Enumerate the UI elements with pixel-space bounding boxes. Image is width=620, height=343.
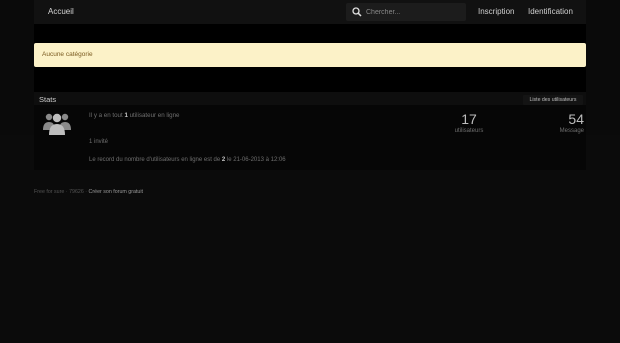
notice-text: Aucune catégorie <box>42 51 93 58</box>
footer: Free for sure · 79626 · Créer son forum … <box>34 189 143 195</box>
users-count: 17 <box>461 111 477 127</box>
visitors-text: 1 invité <box>89 139 109 145</box>
nav-login-link[interactable]: Identification <box>528 7 573 16</box>
users-group-icon <box>43 113 71 135</box>
stats-header <box>34 92 586 105</box>
stats-panel: Stats Liste des utilisateurs Il y a en t… <box>34 92 586 170</box>
page: Accueil Inscription Identification Aucun… <box>0 0 620 343</box>
footer-create-forum-link[interactable]: Créer son forum gratuit <box>89 189 143 195</box>
messages-count: 54 <box>568 111 584 127</box>
user-list-button[interactable]: Liste des utilisateurs <box>523 95 583 105</box>
footer-brand-link[interactable]: Free for sure <box>34 189 64 195</box>
users-count-label: utilisateurs <box>454 128 484 134</box>
search-icon[interactable] <box>352 7 362 17</box>
online-users-text: Il y a en tout 1 utilisateur en ligne <box>89 112 180 119</box>
footer-separator: · <box>65 189 68 195</box>
right-margin <box>586 0 620 135</box>
notice-banner: Aucune catégorie <box>34 43 586 67</box>
messages-count-label: Message <box>559 128 584 134</box>
top-navbar: Accueil Inscription Identification <box>34 0 586 24</box>
nav-register-link[interactable]: Inscription <box>478 7 514 16</box>
stats-title: Stats <box>39 95 57 104</box>
nav-home-link[interactable]: Accueil <box>48 7 74 16</box>
left-margin <box>0 0 34 135</box>
footer-forum-id: 79626 <box>69 189 84 195</box>
footer-separator: · <box>85 189 88 195</box>
search-box[interactable] <box>346 3 466 21</box>
search-input[interactable] <box>366 3 462 21</box>
record-text: Le record du nombre d'utilisateurs en li… <box>89 157 286 163</box>
